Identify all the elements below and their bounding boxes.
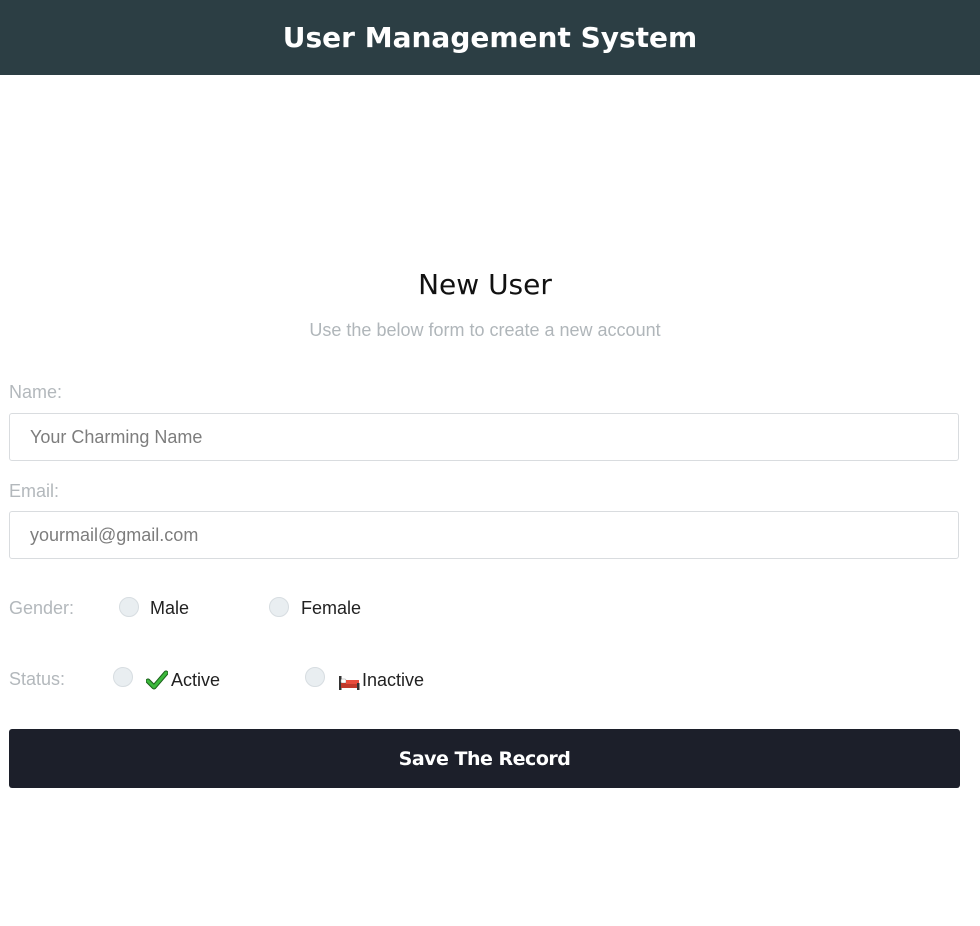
name-label: Name:	[9, 382, 63, 402]
form-subtitle: Use the below form to create a new accou…	[309, 320, 661, 340]
checkmark-icon	[146, 670, 168, 690]
app-title: User Management System	[282, 21, 698, 54]
app-header: User Management System	[0, 0, 980, 75]
status-inactive-radio[interactable]	[305, 667, 325, 687]
status-label: Status:	[9, 669, 66, 689]
gender-male-label[interactable]: Male	[150, 598, 189, 619]
gender-label: Gender:	[9, 598, 75, 618]
name-input[interactable]	[9, 413, 959, 461]
email-input[interactable]	[9, 511, 959, 559]
save-record-button[interactable]: Save The Record	[9, 729, 960, 788]
gender-male-radio[interactable]	[119, 597, 139, 617]
form-title: New User	[418, 268, 552, 301]
status-active-label[interactable]: Active	[171, 670, 220, 691]
gender-female-label[interactable]: Female	[301, 598, 361, 619]
status-inactive-label[interactable]: Inactive	[362, 670, 424, 691]
status-active-radio[interactable]	[113, 667, 133, 687]
bed-icon	[339, 676, 360, 690]
email-label: Email:	[9, 481, 60, 501]
gender-female-radio[interactable]	[269, 597, 289, 617]
